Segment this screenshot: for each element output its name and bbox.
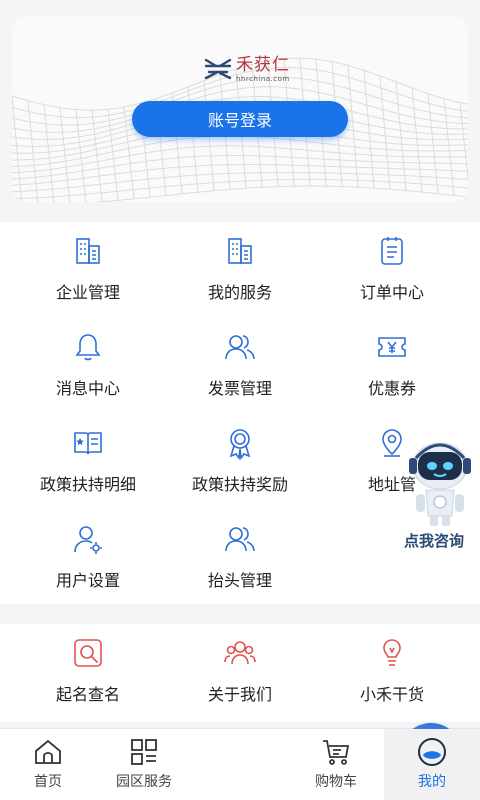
tab-label: 我的 [418,774,446,790]
logo-en-text: hhrchina.com [236,75,290,83]
menu-label: 优惠券 [367,379,416,398]
grid-apps-icon [131,739,157,765]
menu-item-name-check[interactable]: 起名查名 [8,626,168,722]
name-search-icon [74,639,102,667]
menu-item-policy-details[interactable]: 政策扶持明细 [8,416,168,512]
award-icon [229,429,251,460]
menu-label: 发票管理 [207,379,272,398]
tab-label: 购物车 [315,774,357,790]
users-icon [225,527,255,552]
menu-label: 消息中心 [55,379,120,398]
menu-label: 政策扶持奖励 [191,475,288,494]
more-grid: 起名查名 关于我们 小禾干货 [0,624,480,722]
header-card: 禾获仁 hhrchina.com 账号登录 [12,16,468,202]
menu-item-tips[interactable]: 小禾干货 [312,626,472,722]
tab-label: 首页 [34,774,62,790]
profile-avatar-icon [418,738,446,766]
menu-label: 企业管理 [55,283,120,302]
building-icon [76,238,100,264]
menu-item-orders[interactable]: 订单中心 [312,224,472,320]
consult-assistant[interactable]: 点我咨询 [400,434,480,552]
robot-assistant-icon [409,442,471,526]
bell-icon [75,334,101,361]
coupon-icon [378,337,406,357]
consult-label: 点我咨询 [404,532,465,550]
menu-item-user-settings[interactable]: 用户设置 [8,512,168,608]
menu-item-invoice[interactable]: 发票管理 [160,320,320,416]
cart-icon [323,740,350,765]
building-icon [228,238,252,264]
menu-item-messages[interactable]: 消息中心 [8,320,168,416]
menu-item-title-management[interactable]: 抬头管理 [160,512,320,608]
menu-item-my-services[interactable]: 我的服务 [160,224,320,320]
menu-item-enterprise[interactable]: 企业管理 [8,224,168,320]
tab-cart[interactable]: 购物车 [288,729,384,800]
tab-label: 园区服务 [116,774,172,790]
tab-park-services[interactable]: 园区服务 [96,729,192,800]
menu-label: 抬头管理 [207,571,272,590]
menu-label: 订单中心 [359,283,424,302]
brand-logo: 禾获仁 hhrchina.com [204,56,290,84]
logo-mark-icon [204,58,232,80]
policy-book-icon [74,432,102,455]
menu-label: 政策扶持明细 [39,475,136,494]
header-area: 禾获仁 hhrchina.com 账号登录 [0,0,480,216]
menu-label: 起名查名 [55,685,120,704]
menu-label: 我的服务 [207,283,272,302]
user-settings-icon [74,526,102,554]
menu-item-policy-rewards[interactable]: 政策扶持奖励 [160,416,320,512]
tab-mall[interactable]: 企服 商城 [192,723,462,800]
group-icon [224,641,256,665]
order-list-icon [381,237,403,265]
lightbulb-icon [383,639,401,666]
menu-label: 小禾干货 [359,685,424,704]
tab-home[interactable]: 首页 [0,729,96,800]
menu-item-coupons[interactable]: 优惠券 [312,320,472,416]
tab-mine[interactable]: 我的 [384,729,480,800]
account-login-button[interactable]: 账号登录 [132,101,348,137]
bottom-tab-bar: 首页 园区服务 企服 商城 购物车 我的 [0,723,480,800]
users-icon [225,335,255,360]
menu-item-about-us[interactable]: 关于我们 [160,626,320,722]
menu-label: 用户设置 [55,571,120,590]
home-icon [35,739,61,764]
menu-label: 关于我们 [207,685,272,704]
logo-cn-text: 禾获仁 [236,55,290,75]
